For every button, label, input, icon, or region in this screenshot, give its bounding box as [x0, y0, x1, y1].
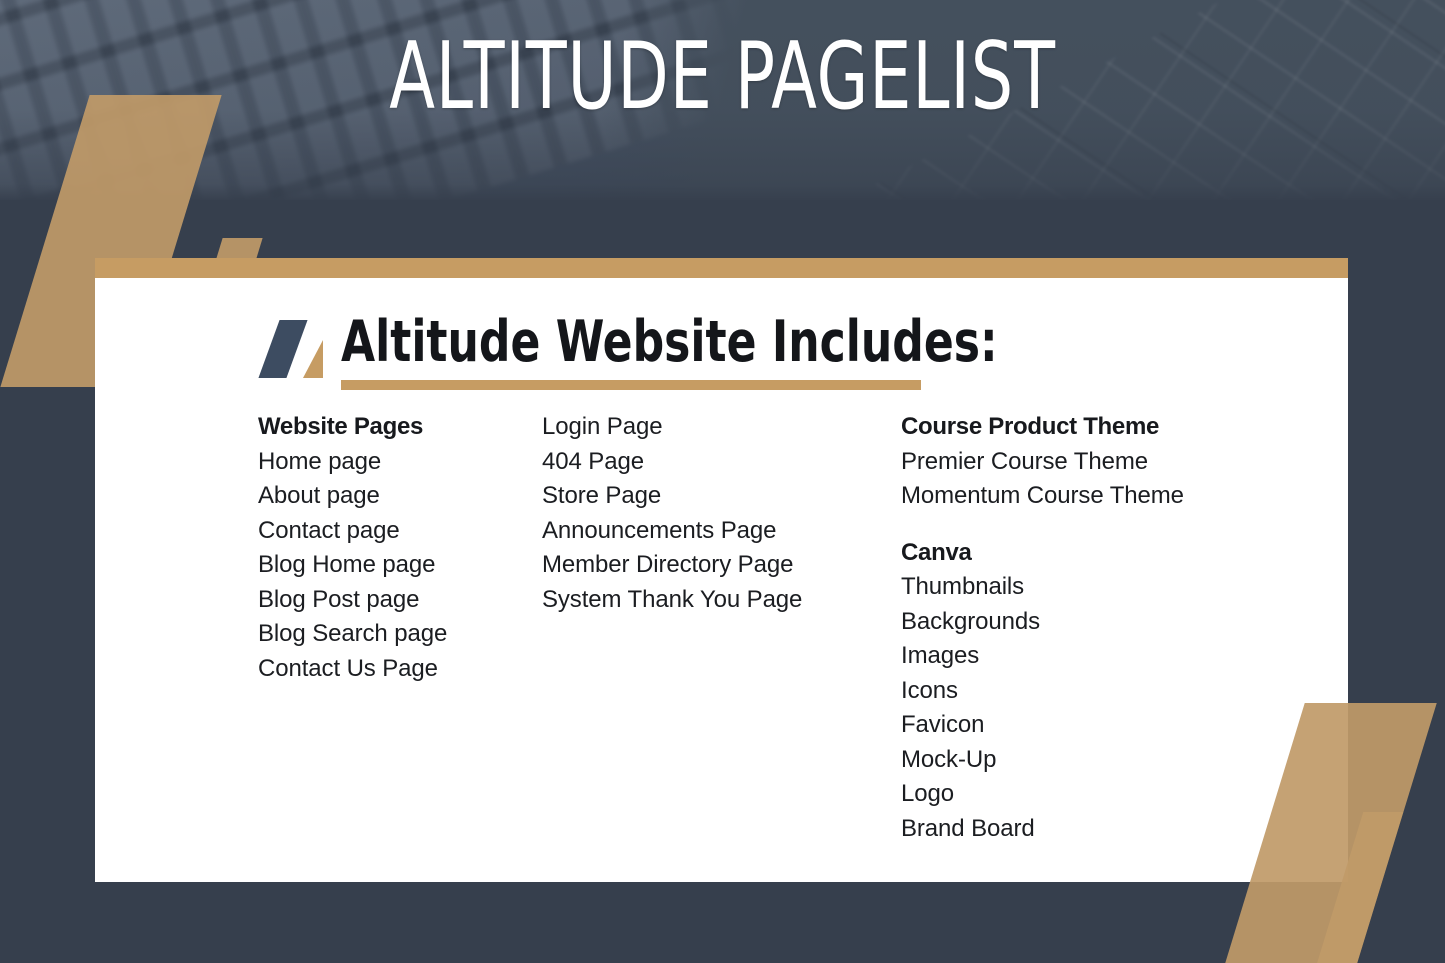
list-item: Blog Home page	[258, 551, 436, 578]
includes-columns: Website Pages Home page About page Conta…	[95, 410, 1348, 870]
group-course-product-theme: Course Product Theme Premier Course Them…	[901, 410, 1301, 514]
list-item: Mock-Up	[901, 745, 997, 773]
page-title: ALTITUDE PAGELIST	[389, 22, 1056, 130]
list-item: Icons	[901, 676, 958, 704]
group-website-pages: Website Pages Home page About page Conta…	[258, 410, 538, 686]
altitude-logo-icon	[258, 316, 327, 379]
list-item: Store Page	[542, 482, 662, 509]
list-item: Contact Us Page	[258, 654, 438, 682]
list-item: Backgrounds	[901, 607, 1040, 635]
section-heading: Altitude Website Includes:	[258, 309, 1105, 391]
list-item: Images	[901, 642, 980, 669]
list-item: Momentum Course Theme	[901, 482, 1184, 509]
group-additional-pages: Login Page 404 Page Store Page Announcem…	[542, 410, 892, 617]
card-top-gold-bar	[95, 258, 1348, 278]
list-item: Announcements Page	[542, 516, 777, 544]
group-title: Canva	[901, 538, 972, 566]
content-card: Altitude Website Includes: Website Pages…	[95, 258, 1348, 882]
section-heading-block: Altitude Website Includes:	[341, 309, 1105, 391]
list-item: Brand Board	[901, 814, 1035, 842]
column-additional-pages: Login Page 404 Page Store Page Announcem…	[542, 410, 892, 617]
list-item: About page	[258, 482, 380, 509]
column-themes-and-canva: Course Product Theme Premier Course Them…	[901, 410, 1301, 846]
section-heading-underline	[341, 380, 921, 391]
list-item: Blog Post page	[258, 585, 420, 613]
logo-parallelogram-shape	[258, 320, 308, 379]
group-canva: Canva Thumbnails Backgrounds Images Icon…	[901, 536, 1301, 847]
group-title: Course Product Theme	[901, 413, 1160, 440]
list-item: Thumbnails	[901, 573, 1025, 600]
list-item: Logo	[901, 780, 954, 807]
list-item: Login Page	[542, 413, 663, 440]
list-item: Blog Search page	[258, 620, 448, 647]
logo-triangle-shape	[303, 340, 323, 379]
pagelist-poster: ALTITUDE PAGELIST Altitude Website Inclu…	[0, 0, 1445, 963]
list-item: 404 Page	[542, 447, 644, 475]
list-item: Premier Course Theme	[901, 447, 1148, 475]
list-item: Home page	[258, 447, 382, 475]
list-item: Member Directory Page	[542, 551, 794, 578]
list-item: Contact page	[258, 516, 400, 544]
section-heading-text: Altitude Website Includes:	[341, 309, 998, 375]
list-item: System Thank You Page	[542, 585, 803, 613]
list-item: Favicon	[901, 711, 985, 738]
group-title: Website Pages	[258, 413, 424, 440]
column-website-pages: Website Pages Home page About page Conta…	[258, 410, 538, 686]
